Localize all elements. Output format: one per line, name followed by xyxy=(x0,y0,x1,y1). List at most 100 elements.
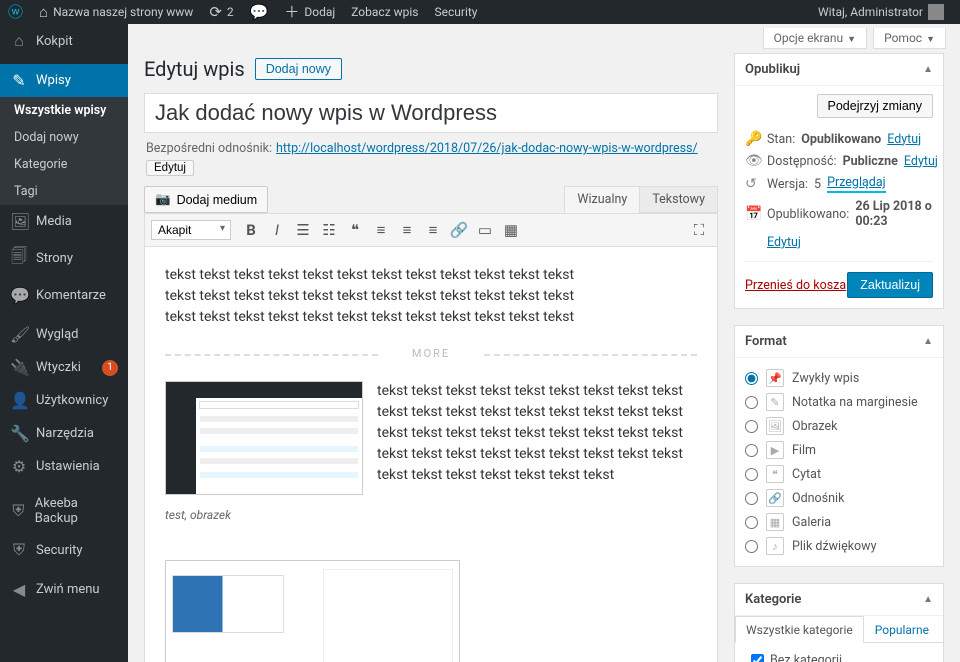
collapse-icon: ◀ xyxy=(10,580,28,599)
view-post-link[interactable]: Zobacz wpis xyxy=(343,0,426,24)
format-radio[interactable] xyxy=(745,540,758,553)
sidebar-item-posts[interactable]: ✎Wpisy xyxy=(0,64,128,97)
format-metabox-toggle[interactable]: Format▲ xyxy=(735,326,943,358)
wp-logo[interactable]: ⓦ xyxy=(0,0,31,24)
blockquote-button[interactable]: ❝ xyxy=(343,218,367,242)
sidebar-item-tools[interactable]: 🔧Narzędzia xyxy=(0,417,128,450)
updates-link[interactable]: ⟳2 xyxy=(201,0,241,24)
sidebar-item-dashboard[interactable]: ⌂Kokpit xyxy=(0,24,128,58)
format-icon: ▶ xyxy=(766,441,784,459)
sidebar-item-add-new[interactable]: Dodaj nowy xyxy=(0,124,128,151)
sidebar-item-plugins[interactable]: 🔌Wtyczki1 xyxy=(0,351,128,384)
format-radio[interactable] xyxy=(745,492,758,505)
visibility-edit-link[interactable]: Edytuj xyxy=(904,154,938,169)
category-item[interactable]: Bez kategorii xyxy=(745,651,933,662)
format-icon: ✎ xyxy=(766,393,784,411)
embedded-image[interactable] xyxy=(165,381,363,495)
sidebar-item-all-posts[interactable]: Wszystkie wpisy xyxy=(0,97,128,124)
site-name-link[interactable]: ⌂Nazwa naszej strony www xyxy=(31,0,201,24)
camera-icon: 📷 xyxy=(155,192,171,207)
category-checkbox[interactable] xyxy=(751,654,764,662)
format-option[interactable]: ▶Film xyxy=(745,438,933,462)
sidebar-item-categories[interactable]: Kategorie xyxy=(0,151,128,178)
help-tab[interactable]: Pomoc▼ xyxy=(873,28,946,49)
numbered-list-button[interactable]: ☷ xyxy=(317,218,341,242)
format-label: Cytat xyxy=(792,467,821,482)
fullscreen-button[interactable]: ⛶ xyxy=(687,218,711,242)
shield-icon: ⛨ xyxy=(10,501,27,521)
main-content: Opcje ekranu▼ Pomoc▼ Edytuj wpis Dodaj n… xyxy=(128,24,960,662)
greeting-link[interactable]: Witaj, Administrator xyxy=(810,0,952,24)
eye-icon: 👁 xyxy=(745,153,761,169)
editor-content[interactable]: tekst tekst tekst tekst tekst tekst teks… xyxy=(145,247,717,662)
format-option[interactable]: 🖼 Obrazek xyxy=(745,414,933,438)
permalink-url[interactable]: http://localhost/wordpress/2018/07/26/ja… xyxy=(276,141,698,156)
tab-visual[interactable]: Wizualny xyxy=(564,186,640,213)
published-edit-link[interactable]: Edytuj xyxy=(767,235,801,250)
permalink-row: Bezpośredni odnośnik: http://localhost/w… xyxy=(144,133,718,186)
format-option[interactable]: ❝Cytat xyxy=(745,462,933,486)
trash-link[interactable]: Przenieś do kosza xyxy=(745,278,846,293)
user-icon: 👤 xyxy=(10,391,28,410)
sidebar-item-tags[interactable]: Tagi xyxy=(0,178,128,205)
format-radio[interactable] xyxy=(745,516,758,529)
new-link[interactable]: ＋Dodaj xyxy=(276,0,343,24)
plugin-update-badge: 1 xyxy=(102,360,118,376)
link-button[interactable]: 🔗 xyxy=(447,218,471,242)
status-edit-link[interactable]: Edytuj xyxy=(887,132,921,147)
format-radio[interactable] xyxy=(745,396,758,409)
more-separator: MORE xyxy=(165,346,697,363)
bullet-list-button[interactable]: ☰ xyxy=(291,218,315,242)
align-right-button[interactable]: ≡ xyxy=(421,218,445,242)
more-button[interactable]: ▭ xyxy=(473,218,497,242)
comments-link[interactable]: 💬 xyxy=(242,0,277,24)
bold-button[interactable]: B xyxy=(239,218,263,242)
format-option[interactable]: ♪Plik dźwiękowy xyxy=(745,534,933,558)
post-title-input[interactable] xyxy=(144,93,718,133)
format-radio[interactable] xyxy=(745,444,758,457)
media-icon: 🖼 xyxy=(10,212,28,231)
tab-text[interactable]: Tekstowy xyxy=(639,186,718,213)
format-option[interactable]: ✎Notatka na marginesie xyxy=(745,390,933,414)
caret-down-icon: ▼ xyxy=(847,35,856,45)
sidebar-item-collapse[interactable]: ◀Zwiń menu xyxy=(0,573,128,606)
add-new-button[interactable]: Dodaj nowy xyxy=(255,58,342,80)
security-link[interactable]: Security xyxy=(427,0,486,24)
align-left-button[interactable]: ≡ xyxy=(369,218,393,242)
format-option[interactable]: ▦Galeria xyxy=(745,510,933,534)
update-button[interactable]: Zaktualizuj xyxy=(847,272,933,298)
triangle-up-icon: ▲ xyxy=(923,594,933,605)
paragraph-select[interactable]: Akapit xyxy=(151,220,231,240)
revisions-browse-link[interactable]: Przeglądaj xyxy=(827,175,886,193)
italic-button[interactable]: I xyxy=(265,218,289,242)
sidebar-item-security[interactable]: ⛨Security xyxy=(0,533,128,567)
format-option[interactable]: 🔗Odnośnik xyxy=(745,486,933,510)
format-icon: 🖼 xyxy=(766,417,784,435)
format-radio[interactable] xyxy=(745,420,758,433)
preview-changes-button[interactable]: Podejrzyj zmiany xyxy=(817,94,933,118)
screen-options-tab[interactable]: Opcje ekranu▼ xyxy=(763,28,867,49)
sidebar-item-akeeba[interactable]: ⛨Akeeba Backup xyxy=(0,489,128,533)
sidebar-item-appearance[interactable]: 🖌Wygląd xyxy=(0,318,128,351)
permalink-edit-button[interactable]: Edytuj xyxy=(146,160,194,176)
format-radio[interactable] xyxy=(745,468,758,481)
cat-tab-all[interactable]: Wszystkie kategorie xyxy=(735,616,864,643)
add-media-button[interactable]: 📷Dodaj medium xyxy=(144,186,268,213)
sidebar-item-users[interactable]: 👤Użytkownicy xyxy=(0,384,128,417)
sidebar-item-comments[interactable]: 💬Komentarze xyxy=(0,279,128,312)
plug-icon: 🔌 xyxy=(10,358,28,377)
sidebar-item-settings[interactable]: ⚙Ustawienia xyxy=(0,450,128,483)
embedded-image[interactable] xyxy=(165,560,460,662)
sidebar-item-pages[interactable]: 🗐Strony xyxy=(0,238,128,279)
format-option[interactable]: 📌Zwykły wpis xyxy=(745,366,933,390)
sidebar-item-media[interactable]: 🖼Media xyxy=(0,205,128,238)
key-icon: 🔑 xyxy=(745,131,761,147)
align-center-button[interactable]: ≡ xyxy=(395,218,419,242)
publish-metabox-toggle[interactable]: Opublikuj▲ xyxy=(735,54,943,86)
categories-metabox-toggle[interactable]: Kategorie▲ xyxy=(735,584,943,616)
cat-tab-popular[interactable]: Popularne xyxy=(864,616,940,643)
pin-icon: ✎ xyxy=(10,71,28,90)
toolbar-toggle-button[interactable]: ▦ xyxy=(499,218,523,242)
format-label: Obrazek xyxy=(792,419,837,434)
format-radio[interactable] xyxy=(745,372,758,385)
